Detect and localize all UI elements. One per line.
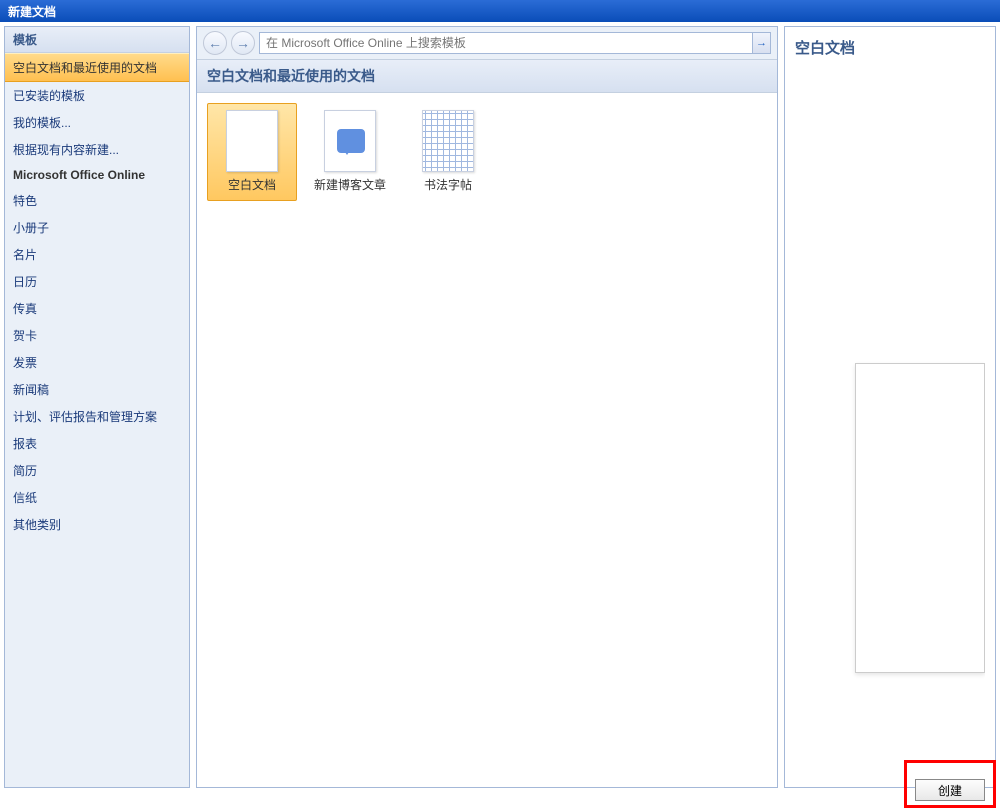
sidebar-item-label: 小册子	[13, 221, 49, 235]
sidebar-item[interactable]: 根据现有内容新建...	[5, 136, 189, 163]
create-highlight: 创建	[904, 760, 996, 808]
sidebar-item-label: 计划、评估报告和管理方案	[13, 410, 157, 424]
template-card[interactable]: 书法字帖	[403, 103, 493, 201]
sidebar-item-label: 名片	[13, 248, 37, 262]
preview-image	[855, 363, 985, 673]
create-button[interactable]: 创建	[915, 779, 985, 801]
template-label: 空白文档	[228, 178, 276, 194]
sidebar-item[interactable]: 发票	[5, 349, 189, 376]
search-go-button[interactable]: →	[752, 33, 770, 53]
search-container: →	[259, 32, 771, 54]
sidebar-item[interactable]: 空白文档和最近使用的文档	[5, 53, 189, 82]
title-bar: 新建文档	[0, 0, 1000, 22]
nav-forward-button[interactable]: →	[231, 31, 255, 55]
template-card[interactable]: 空白文档	[207, 103, 297, 201]
nav-back-button[interactable]: ←	[203, 31, 227, 55]
sidebar-section-header: Microsoft Office Online	[5, 163, 189, 187]
sidebar-item-label: 新闻稿	[13, 383, 49, 397]
arrow-right-icon: →	[756, 37, 767, 49]
sidebar-item[interactable]: 简历	[5, 457, 189, 484]
sidebar-item-label: 信纸	[13, 491, 37, 505]
preview-panel: 空白文档	[784, 26, 996, 788]
sidebar-item-label: 日历	[13, 275, 37, 289]
template-label: 书法字帖	[424, 178, 472, 194]
preview-title: 空白文档	[795, 37, 985, 58]
arrow-left-icon: ←	[208, 35, 222, 51]
sidebar-item-label: Microsoft Office Online	[13, 168, 145, 182]
sidebar-item-label: 其他类别	[13, 518, 61, 532]
sidebar-item-label: 贺卡	[13, 329, 37, 343]
sidebar-item[interactable]: 已安装的模板	[5, 82, 189, 109]
sidebar-item-label: 发票	[13, 356, 37, 370]
sidebar-header: 模板	[5, 27, 189, 53]
templates-grid: 空白文档 新建博客文章 书法字帖	[197, 93, 777, 787]
sidebar-item-label: 我的模板...	[13, 116, 71, 130]
section-title: 空白文档和最近使用的文档	[197, 59, 777, 93]
sidebar-item-label: 特色	[13, 194, 37, 208]
sidebar-item-label: 已安装的模板	[13, 89, 85, 103]
sidebar-item[interactable]: 新闻稿	[5, 376, 189, 403]
sidebar-item[interactable]: 信纸	[5, 484, 189, 511]
window-title: 新建文档	[8, 5, 56, 19]
content-area: 模板 空白文档和最近使用的文档已安装的模板我的模板...根据现有内容新建...M…	[0, 22, 1000, 792]
sidebar-item[interactable]: 日历	[5, 268, 189, 295]
sidebar-item[interactable]: 计划、评估报告和管理方案	[5, 403, 189, 430]
sidebar-item-label: 传真	[13, 302, 37, 316]
template-blog-icon	[324, 110, 376, 172]
sidebar-item[interactable]: 特色	[5, 187, 189, 214]
sidebar-item[interactable]: 传真	[5, 295, 189, 322]
main-panel: ← → → 空白文档和最近使用的文档 空白文档 新建博客文章 书法字帖	[196, 26, 778, 788]
sidebar-item[interactable]: 名片	[5, 241, 189, 268]
template-label: 新建博客文章	[314, 178, 386, 194]
arrow-right-icon: →	[236, 35, 250, 51]
sidebar-item[interactable]: 我的模板...	[5, 109, 189, 136]
template-card[interactable]: 新建博客文章	[305, 103, 395, 201]
sidebar-item-label: 报表	[13, 437, 37, 451]
sidebar-item-label: 空白文档和最近使用的文档	[13, 61, 157, 75]
sidebar-item-label: 根据现有内容新建...	[13, 143, 119, 157]
nav-bar: ← → →	[197, 27, 777, 59]
sidebar-item[interactable]: 其他类别	[5, 511, 189, 538]
sidebar-item[interactable]: 报表	[5, 430, 189, 457]
sidebar-item[interactable]: 贺卡	[5, 322, 189, 349]
template-blank-icon	[226, 110, 278, 172]
sidebar-item[interactable]: 小册子	[5, 214, 189, 241]
preview-image-wrap	[795, 78, 985, 777]
search-input[interactable]	[260, 33, 752, 53]
template-grid-icon	[422, 110, 474, 172]
sidebar-item-label: 简历	[13, 464, 37, 478]
sidebar: 模板 空白文档和最近使用的文档已安装的模板我的模板... 根据现有内容新建... M…	[4, 26, 190, 788]
